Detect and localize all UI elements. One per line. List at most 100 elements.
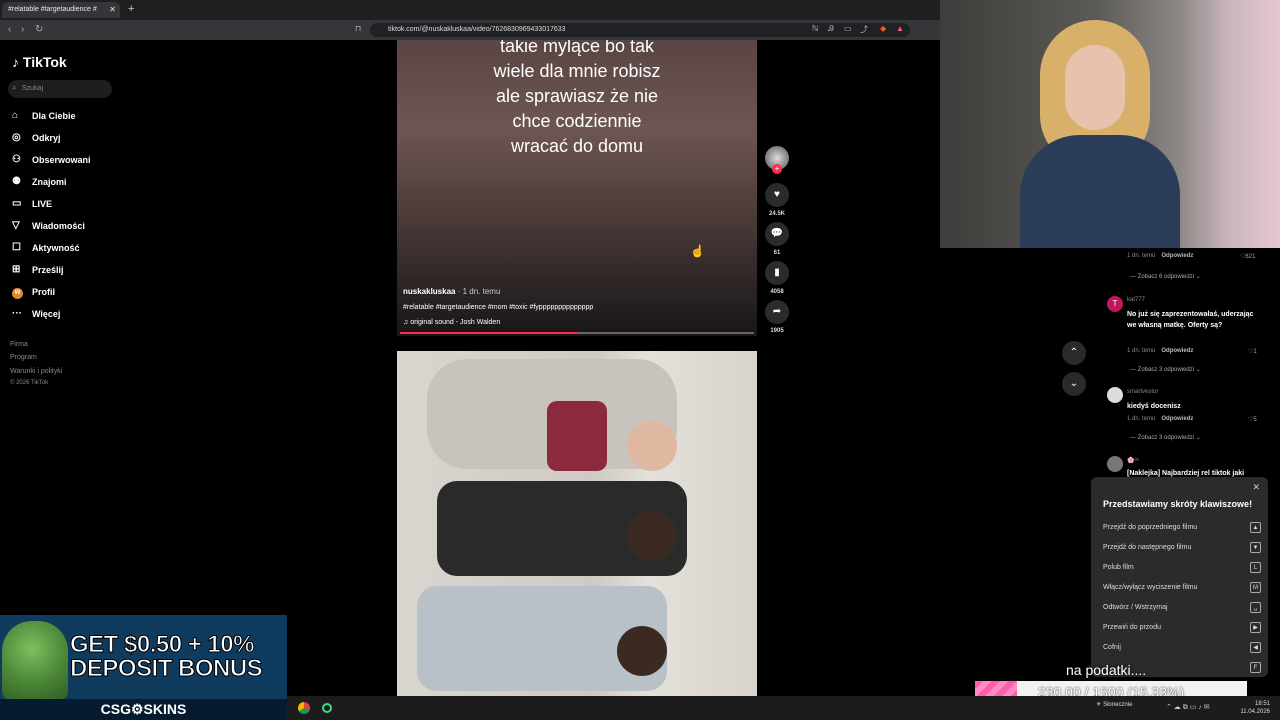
browser-tab[interactable]: #relatable #targetaudience # ✕ bbox=[2, 2, 120, 18]
translate-icon[interactable]: ℕ bbox=[812, 24, 818, 33]
view-replies-button[interactable]: — Zobacz 3 odpowiedzi ⌄ bbox=[1130, 366, 1201, 373]
shortcut-row: Przewiń do przodu ▶ bbox=[1103, 622, 1261, 633]
sidebar-item-friends[interactable]: ⚉ Znajomi bbox=[12, 176, 67, 190]
webcam-overlay bbox=[940, 0, 1280, 248]
video-caption-overlay: takie mylące bo tak wiele dla mnie robis… bbox=[493, 40, 661, 156]
comment-icon: 💬 bbox=[770, 228, 784, 239]
space-key-icon: ␣ bbox=[1250, 602, 1261, 613]
commenter-avatar[interactable] bbox=[1107, 387, 1123, 403]
reload-icon[interactable]: ↻ bbox=[35, 24, 43, 35]
tab-title: #relatable #targetaudience # bbox=[8, 6, 97, 13]
streamer-face bbox=[1065, 45, 1125, 130]
weather-widget[interactable]: ☀ Słonecznie bbox=[1096, 702, 1132, 709]
footer-copyright: © 2026 TikTok bbox=[10, 380, 49, 386]
chrome-taskbar-icon[interactable] bbox=[298, 702, 310, 714]
comment-meta: 1 dn. temu Odpowiedz bbox=[1127, 416, 1194, 422]
video-progress-bar[interactable] bbox=[400, 332, 754, 334]
app-taskbar-icon[interactable] bbox=[322, 703, 332, 713]
comment-like[interactable]: ♡621 bbox=[1240, 253, 1255, 260]
sidebar-item-messages[interactable]: ▽ Wiadomości bbox=[12, 220, 85, 234]
save-button[interactable]: ▮ bbox=[765, 261, 789, 285]
commenter-avatar[interactable] bbox=[1107, 456, 1123, 472]
ad-subheadline: DEPOSIT BONUS bbox=[69, 655, 263, 683]
home-icon: ⌂ bbox=[12, 110, 19, 121]
comment-like[interactable]: ♡1 bbox=[1248, 348, 1257, 355]
reply-button[interactable]: Odpowiedz bbox=[1161, 253, 1193, 259]
sun-icon: ☀ bbox=[1096, 702, 1102, 708]
bookmark-icon: ▮ bbox=[774, 267, 780, 278]
more-icon: ··· bbox=[12, 308, 22, 319]
tiktok-logo[interactable]: ♪ TikTok bbox=[12, 54, 67, 70]
like-button[interactable]: ♥ bbox=[765, 183, 789, 207]
language-icon[interactable]: Ꭿ bbox=[828, 24, 834, 34]
view-replies-button[interactable]: — Zobacz 6 odpowiedzi ⌄ bbox=[1130, 273, 1201, 280]
comment-button[interactable]: 💬 bbox=[765, 222, 789, 246]
comment-text: kiedyś docenisz bbox=[1127, 403, 1181, 410]
new-tab-icon[interactable]: + bbox=[128, 3, 134, 15]
footer-terms-link[interactable]: Warunki i polityki bbox=[10, 368, 62, 375]
comment-meta: 1 dn. temu Odpowiedz bbox=[1127, 348, 1194, 354]
share-count: 1905 bbox=[770, 328, 784, 334]
brave-shield-icon[interactable]: ◆ bbox=[880, 24, 886, 33]
up-key-icon: ▲ bbox=[1250, 522, 1261, 533]
commenter-name[interactable]: 🌸ᵃˢ bbox=[1127, 457, 1139, 464]
search-input[interactable]: ⌕ Szukaj bbox=[8, 80, 112, 98]
footer-program-link[interactable]: Program bbox=[10, 354, 37, 361]
video-author[interactable]: nuskakluskaa · 1 dn. temu bbox=[403, 287, 500, 296]
sidebar-item-profile[interactable]: W Profil bbox=[12, 286, 55, 300]
compass-icon: ◎ bbox=[12, 132, 21, 143]
commenter-avatar[interactable]: T bbox=[1107, 296, 1123, 312]
search-icon: ⌕ bbox=[12, 83, 17, 92]
comment-like[interactable]: ♡5 bbox=[1248, 416, 1257, 423]
taskbar-clock[interactable]: 18:51 11.04.2026 bbox=[1240, 700, 1270, 716]
share-arrow-icon: ➦ bbox=[772, 306, 782, 317]
activity-icon: ☐ bbox=[12, 242, 21, 253]
user-follow-icon: ⚇ bbox=[12, 154, 21, 165]
next-video-button[interactable]: ⌄ bbox=[1062, 372, 1086, 396]
close-icon[interactable]: ✕ bbox=[1252, 482, 1260, 493]
person-figure bbox=[547, 401, 607, 471]
reply-button[interactable]: Odpowiedz bbox=[1161, 348, 1193, 354]
video-hashtags[interactable]: #relatable #targetaudience #mom #toxic #… bbox=[403, 304, 593, 311]
screenshot-icon[interactable]: ▭ bbox=[844, 24, 852, 33]
sponsor-ad-banner: GET $0.50 + 10% DEPOSIT BONUS CSG⚙SKINS bbox=[0, 615, 287, 720]
person-figure bbox=[617, 626, 667, 676]
share-icon[interactable]: ⤴ bbox=[860, 24, 868, 35]
person-figure bbox=[627, 511, 677, 561]
m-key-icon: M bbox=[1250, 582, 1261, 593]
sidebar-item-following[interactable]: ⚇ Obserwowani bbox=[12, 154, 91, 168]
sidebar-item-explore[interactable]: ◎ Odkryj bbox=[12, 132, 61, 146]
reply-button[interactable]: Odpowiedz bbox=[1161, 416, 1193, 422]
sidebar-item-activity[interactable]: ☐ Aktywność bbox=[12, 242, 80, 256]
sidebar-item-live[interactable]: ▭ LIVE bbox=[12, 198, 52, 212]
next-video-player[interactable] bbox=[397, 351, 757, 696]
forward-icon[interactable]: › bbox=[21, 24, 24, 35]
footer-company-link[interactable]: Firma bbox=[10, 341, 28, 348]
comment-meta: 1 dn. temu Odpowiedz bbox=[1127, 253, 1194, 259]
f-key-icon: F bbox=[1250, 662, 1261, 673]
commenter-name[interactable]: kat777 bbox=[1127, 297, 1145, 303]
view-replies-button[interactable]: — Zobacz 3 odpowiedzi ⌄ bbox=[1130, 434, 1201, 441]
share-button[interactable]: ➦ bbox=[765, 300, 789, 324]
bookmark-icon[interactable]: ⊓ bbox=[355, 24, 361, 33]
shortcuts-title: Przedstawiamy skróty klawiszowe! bbox=[1103, 499, 1253, 509]
ad-brand: CSG⚙SKINS bbox=[0, 699, 287, 720]
previous-video-button[interactable]: ⌃ bbox=[1062, 341, 1086, 365]
sidebar-item-more[interactable]: ··· Więcej bbox=[12, 308, 60, 322]
heart-icon: ♥ bbox=[774, 189, 780, 200]
back-icon[interactable]: ‹ bbox=[8, 24, 11, 35]
l-key-icon: L bbox=[1250, 562, 1261, 573]
close-tab-icon[interactable]: ✕ bbox=[109, 5, 116, 14]
shortcut-row: Przejdź do następnego filmu ▼ bbox=[1103, 542, 1261, 553]
video-sound[interactable]: ♫ original sound - Josh Walden bbox=[403, 319, 500, 326]
tray-icons[interactable]: ⌃ ☁ ⧉ ▭ ♪ ✉ bbox=[1166, 703, 1210, 712]
commenter-name[interactable]: smartvestor bbox=[1127, 389, 1158, 395]
rewards-icon[interactable]: ▲ bbox=[896, 24, 904, 33]
sidebar-item-upload[interactable]: ⊞ Prześlij bbox=[12, 264, 64, 278]
mouse-cursor: ☝ bbox=[690, 244, 705, 258]
follow-plus-icon[interactable]: + bbox=[772, 164, 782, 174]
comment-text: No już się zaprezentowałaś, uderzając we… bbox=[1127, 311, 1254, 329]
shortcut-row: Cofnij ◀ bbox=[1103, 642, 1261, 653]
streamer-body bbox=[1020, 135, 1180, 248]
sidebar-item-for-you[interactable]: ⌂ Dla Ciebie bbox=[12, 110, 76, 124]
